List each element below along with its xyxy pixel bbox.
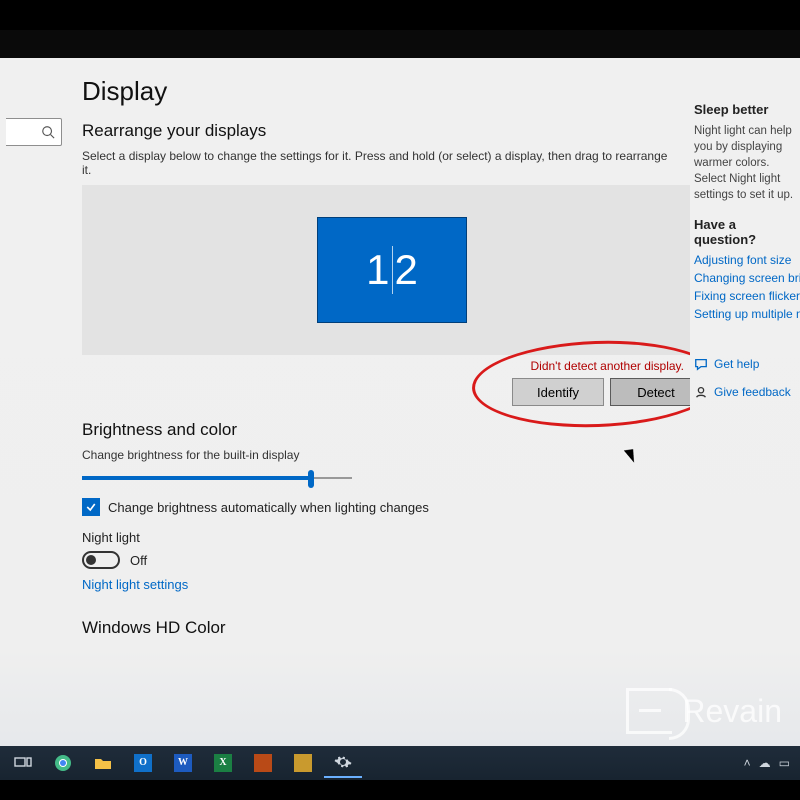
night-light-state: Off: [130, 553, 147, 568]
give-feedback-link[interactable]: Give feedback: [714, 385, 791, 399]
link-screen-brightness[interactable]: Changing screen brightness: [694, 271, 800, 285]
tray-battery-icon[interactable]: ▭: [779, 756, 790, 770]
rearrange-subtext: Select a display below to change the set…: [82, 149, 676, 177]
brightness-slider[interactable]: [82, 468, 352, 488]
auto-brightness-checkbox[interactable]: [82, 498, 100, 516]
detect-warning-text: Didn't detect another display.: [531, 359, 691, 373]
monitor-number-1: 1: [366, 246, 389, 294]
identify-button[interactable]: Identify: [512, 378, 604, 406]
link-font-size[interactable]: Adjusting font size: [694, 253, 800, 267]
taskbar-settings-icon[interactable]: [324, 748, 362, 778]
taskbar-excel-icon[interactable]: X: [204, 748, 242, 778]
left-nav-strip: [0, 58, 62, 746]
display-arrangement-canvas[interactable]: 1 2: [82, 185, 690, 355]
hd-color-heading: Windows HD Color: [82, 618, 676, 638]
taskbar-explorer-icon[interactable]: [84, 748, 122, 778]
link-flickering[interactable]: Fixing screen flickering: [694, 289, 800, 303]
link-multiple-monitors[interactable]: Setting up multiple monitors: [694, 307, 800, 321]
brightness-heading: Brightness and color: [82, 420, 676, 440]
help-aside: Sleep better Night light can help you by…: [690, 58, 800, 746]
brightness-slider-label: Change brightness for the built-in displ…: [82, 448, 676, 462]
detect-button[interactable]: Detect: [610, 378, 690, 406]
monitor-divider: [392, 246, 393, 294]
taskbar-app-icon[interactable]: [244, 748, 282, 778]
page-title: Display: [82, 76, 676, 107]
taskbar-outlook-icon[interactable]: O: [124, 748, 162, 778]
slider-thumb[interactable]: [308, 470, 314, 488]
system-tray[interactable]: ˄ ☁ ▭: [744, 756, 796, 770]
search-icon: [41, 125, 55, 139]
get-help-link[interactable]: Get help: [714, 357, 759, 371]
question-heading: Have a question?: [694, 217, 800, 247]
taskbar[interactable]: O W X ˄ ☁ ▭: [0, 746, 800, 780]
taskbar-app2-icon[interactable]: [284, 748, 322, 778]
search-input[interactable]: [6, 118, 62, 146]
taskbar-chrome-icon[interactable]: [44, 748, 82, 778]
taskbar-taskview-icon[interactable]: [4, 748, 42, 778]
tray-chevron-icon[interactable]: ˄: [744, 756, 751, 770]
detect-area: Didn't detect another display. Identify …: [82, 359, 690, 406]
chat-icon: [694, 357, 708, 371]
sleep-better-heading: Sleep better: [694, 102, 800, 117]
night-light-settings-link[interactable]: Night light settings: [82, 577, 188, 592]
feedback-icon: [694, 385, 708, 399]
monitor-number-2: 2: [395, 246, 418, 294]
rearrange-heading: Rearrange your displays: [82, 121, 676, 141]
tray-cloud-icon[interactable]: ☁: [759, 756, 771, 770]
settings-main: Display Rearrange your displays Select a…: [62, 58, 690, 746]
monitor-tile[interactable]: 1 2: [317, 217, 467, 323]
night-light-label: Night light: [82, 530, 676, 545]
monitor-frame: Display Rearrange your displays Select a…: [0, 30, 800, 780]
check-icon: [85, 501, 97, 513]
taskbar-word-icon[interactable]: W: [164, 748, 202, 778]
screen: Display Rearrange your displays Select a…: [0, 58, 800, 780]
auto-brightness-label: Change brightness automatically when lig…: [108, 500, 429, 515]
sleep-better-body: Night light can help you by displaying w…: [694, 123, 800, 203]
night-light-toggle[interactable]: [82, 551, 120, 569]
